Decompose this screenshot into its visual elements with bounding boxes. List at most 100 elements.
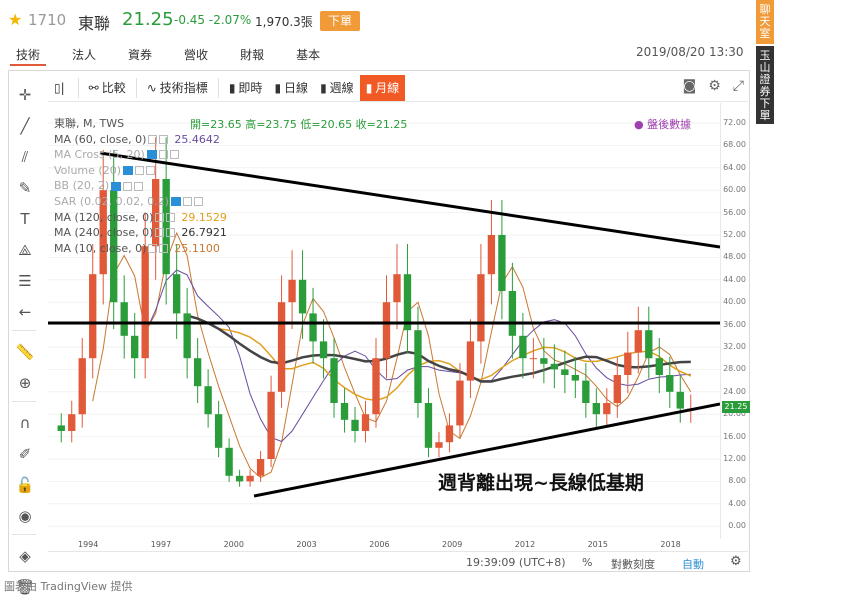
- price-tick-label: 72.00: [723, 118, 746, 127]
- settings-icon[interactable]: [148, 244, 158, 254]
- candle-body: [666, 375, 674, 392]
- order-button[interactable]: 下單: [320, 11, 360, 31]
- candle-body: [120, 302, 128, 336]
- tab-revenue[interactable]: 營收: [178, 44, 214, 66]
- candle-body: [529, 358, 538, 360]
- legend-ma60-row[interactable]: MA (60, close, 0) 25.4642: [54, 132, 227, 148]
- text-icon[interactable]: T: [12, 206, 38, 232]
- settings-icon[interactable]: [135, 166, 144, 176]
- chart-status-bar: 19:39:09 (UTC+8) % 對數刻度 自動 ⚙: [48, 551, 748, 571]
- last-price-tag: 21.25: [722, 401, 750, 413]
- close-icon[interactable]: [159, 134, 169, 144]
- time-axis[interactable]: 1994 1997 2000 2003 2006 2009 2012 2015 2018: [48, 539, 720, 551]
- ruler-icon[interactable]: 📏: [12, 339, 38, 365]
- settings-icon[interactable]: [155, 212, 165, 222]
- magnet-icon[interactable]: ∩: [12, 410, 38, 436]
- legend-ma10-row[interactable]: MA (10, close, 0) 25.1100: [54, 241, 227, 257]
- close-icon[interactable]: [134, 181, 144, 191]
- trend-line-icon[interactable]: ╱: [12, 113, 38, 139]
- candle-body: [89, 274, 97, 359]
- time-tick-label: 2003: [296, 540, 317, 549]
- drawing-toolbar: ✛ ╱ ⫽ ✎ T ⟁ ☰ ← 📏 ⊕ ∩ ✐ 🔓 ◉ ◈ 🗑: [12, 82, 42, 605]
- after-hours-label[interactable]: ● 盤後數據: [634, 116, 691, 132]
- candle-body: [445, 425, 454, 443]
- brush-icon[interactable]: ✎: [12, 175, 38, 201]
- settings-icon[interactable]: [123, 181, 133, 191]
- price-axis[interactable]: 72.00 68.00 64.00 60.00 56.00 52.00 48.00 44.00…: [720, 103, 750, 539]
- tab-margin[interactable]: 資券: [122, 44, 158, 66]
- close-icon[interactable]: [166, 212, 176, 222]
- close-icon[interactable]: [169, 150, 179, 160]
- legend-ma120-row[interactable]: MA (120, close, 0) 29.1529: [54, 210, 227, 226]
- time-tick-label: 2000: [223, 540, 244, 549]
- legend-sar-row[interactable]: SAR (0.02, 0.02, 0.2): [54, 194, 227, 210]
- tab-institutional[interactable]: 法人: [66, 44, 102, 66]
- star-icon[interactable]: ★: [8, 10, 22, 29]
- lock-icon[interactable]: 🔓: [12, 472, 38, 498]
- percent-toggle[interactable]: %: [582, 556, 592, 569]
- compare-button[interactable]: ⚯ 比較: [83, 75, 132, 101]
- interval-daily-button[interactable]: ▮ 日線: [268, 75, 314, 101]
- stock-name: 東聯: [78, 14, 111, 33]
- settings-icon[interactable]: [148, 134, 158, 144]
- eye-icon[interactable]: ◉: [12, 503, 38, 529]
- stock-code: 1710: [28, 11, 67, 29]
- settings-icon[interactable]: [182, 197, 192, 207]
- arrow-left-icon[interactable]: ←: [12, 299, 38, 325]
- legend-volume-row[interactable]: Volume (20): [54, 163, 227, 179]
- bar-icon: ▮: [365, 80, 373, 95]
- tab-technical[interactable]: 技術: [10, 44, 47, 66]
- layers-icon[interactable]: ◈: [12, 543, 38, 569]
- crosshair-icon[interactable]: ✛: [12, 82, 38, 108]
- legend-bb-row[interactable]: BB (20, 2): [54, 178, 227, 194]
- candle-body: [309, 313, 317, 342]
- eye-icon[interactable]: [146, 150, 157, 160]
- interval-weekly-button[interactable]: ▮ 週線: [314, 75, 360, 101]
- toolbar-divider: [217, 77, 219, 98]
- gear-icon[interactable]: ⚙: [708, 78, 721, 94]
- bar-icon: ▮: [228, 80, 236, 95]
- candle-body: [57, 425, 65, 431]
- fib-icon[interactable]: ☰: [12, 268, 38, 294]
- candle-body: [466, 341, 475, 381]
- eye-icon[interactable]: [111, 181, 122, 191]
- footer-note: 圖表由 TradingView 提供: [4, 580, 133, 593]
- gear-icon[interactable]: ⚙: [730, 554, 742, 569]
- candle-body: [550, 363, 559, 370]
- tools-divider: [12, 401, 36, 402]
- candle-body: [498, 235, 506, 291]
- close-icon[interactable]: [166, 228, 176, 238]
- zoom-in-icon[interactable]: ⊕: [12, 370, 38, 396]
- settings-icon[interactable]: [158, 150, 168, 160]
- indicators-button[interactable]: ∿ 技術指標: [141, 75, 214, 101]
- candle-body: [393, 274, 401, 303]
- pattern-icon[interactable]: ⟁: [12, 237, 38, 263]
- pitchfork-icon[interactable]: ⫽: [12, 144, 38, 170]
- auto-scale-toggle[interactable]: 自動: [682, 556, 704, 572]
- eye-icon[interactable]: [123, 166, 133, 176]
- candle-body: [340, 403, 349, 420]
- fullscreen-icon[interactable]: ⤢: [733, 78, 744, 94]
- lock-drawing-icon[interactable]: ✐: [12, 441, 38, 467]
- candle-body: [288, 279, 296, 303]
- log-scale-toggle[interactable]: 對數刻度: [611, 556, 655, 572]
- settings-icon[interactable]: [155, 228, 165, 238]
- section-tabs: 技術 法人 資券 營收 財報 基本: [10, 44, 346, 66]
- close-icon[interactable]: [159, 244, 169, 254]
- interval-intraday-button[interactable]: ▮ 即時: [223, 75, 269, 101]
- candle-style-button[interactable]: ▯|: [48, 75, 74, 101]
- tab-basic[interactable]: 基本: [290, 44, 326, 66]
- trade-order-button[interactable]: 玉山證券下單: [756, 46, 774, 124]
- candle-body: [361, 414, 370, 431]
- tab-financials[interactable]: 財報: [234, 44, 270, 66]
- close-icon[interactable]: [146, 166, 155, 176]
- legend-value: 25.1100: [174, 241, 220, 255]
- legend-label: MA (60, close, 0): [54, 132, 147, 146]
- camera-icon[interactable]: ◙: [683, 78, 697, 94]
- legend-ma240-row[interactable]: MA (240, close, 0) 26.7921: [54, 225, 227, 241]
- chat-room-button[interactable]: 聊天室: [756, 0, 774, 44]
- interval-monthly-button[interactable]: ▮ 月線: [359, 74, 406, 101]
- eye-icon[interactable]: [170, 197, 181, 207]
- legend-macross-row[interactable]: MA Cross (5, 20): [54, 147, 227, 163]
- close-icon[interactable]: [193, 197, 203, 207]
